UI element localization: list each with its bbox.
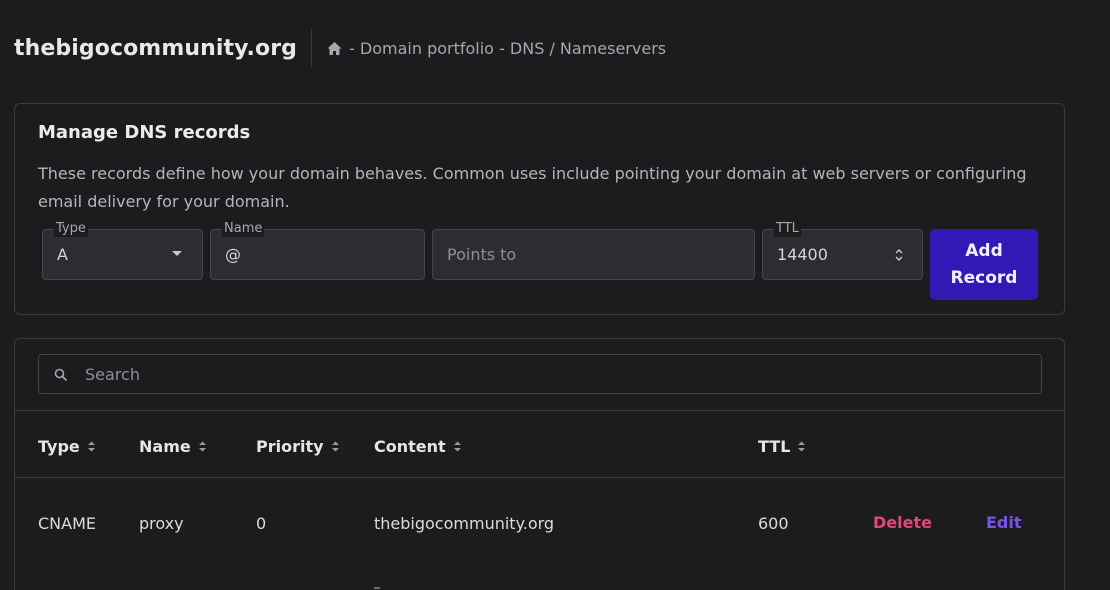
column-header-name[interactable]: Name <box>139 437 207 456</box>
cell-type: CNAME <box>38 514 96 533</box>
name-input[interactable]: Name @ <box>210 221 425 280</box>
sort-icon <box>331 441 339 452</box>
column-header-content[interactable]: Content <box>374 437 462 456</box>
edit-button[interactable]: Edit <box>986 513 1022 532</box>
name-label: Name <box>222 221 265 237</box>
search-icon <box>54 368 68 382</box>
ttl-input[interactable]: TTL 14400 <box>762 221 923 280</box>
card-title: Manage DNS records <box>38 122 251 143</box>
caret-down-icon <box>172 251 182 256</box>
column-header-label: Name <box>139 437 191 456</box>
name-value: @ <box>225 245 241 264</box>
home-icon[interactable] <box>326 40 343 57</box>
column-header-label: Priority <box>256 437 324 456</box>
search-input[interactable]: Search <box>38 354 1042 394</box>
column-header-type[interactable]: Type <box>38 437 96 456</box>
next-row-stub <box>374 587 380 589</box>
sort-icon <box>798 441 806 452</box>
sort-icon <box>198 441 206 452</box>
cell-name: proxy <box>139 514 184 533</box>
stepper-icon[interactable] <box>894 247 904 263</box>
column-header-label: Content <box>374 437 446 456</box>
type-label: Type <box>54 221 88 237</box>
sort-icon <box>87 441 95 452</box>
column-header-label: TTL <box>758 437 791 456</box>
delete-button[interactable]: Delete <box>873 513 932 532</box>
breadcrumb-text[interactable]: - Domain portfolio - DNS / Nameservers <box>349 39 666 58</box>
points-to-input[interactable]: Points to <box>432 229 755 280</box>
card-description: These records define how your domain beh… <box>38 164 1027 211</box>
column-header-priority[interactable]: Priority <box>256 437 340 456</box>
page-header: thebigocommunity.org - Domain portfolio … <box>14 29 666 67</box>
add-record-button[interactable]: Add Record <box>930 229 1038 300</box>
type-select[interactable]: Type A <box>42 221 203 280</box>
column-header-ttl[interactable]: TTL <box>758 437 806 456</box>
divider <box>15 477 1064 478</box>
dns-records-table-card: Search Type Name Priority Content TTL CN… <box>14 338 1065 590</box>
points-to-placeholder: Points to <box>447 245 517 264</box>
search-placeholder: Search <box>85 365 140 384</box>
type-value: A <box>57 245 68 264</box>
column-header-label: Type <box>38 437 80 456</box>
cell-priority: 0 <box>256 514 267 533</box>
cell-content: thebigocommunity.org <box>374 514 555 533</box>
ttl-label: TTL <box>774 221 801 237</box>
sort-icon <box>453 441 461 452</box>
header-divider <box>311 29 313 67</box>
breadcrumb: - Domain portfolio - DNS / Nameservers <box>326 39 666 58</box>
ttl-value: 14400 <box>777 245 828 264</box>
site-title: thebigocommunity.org <box>14 35 298 61</box>
divider <box>15 410 1064 411</box>
manage-dns-card: Manage DNS records These records define … <box>14 103 1065 315</box>
cell-ttl: 600 <box>758 514 789 533</box>
